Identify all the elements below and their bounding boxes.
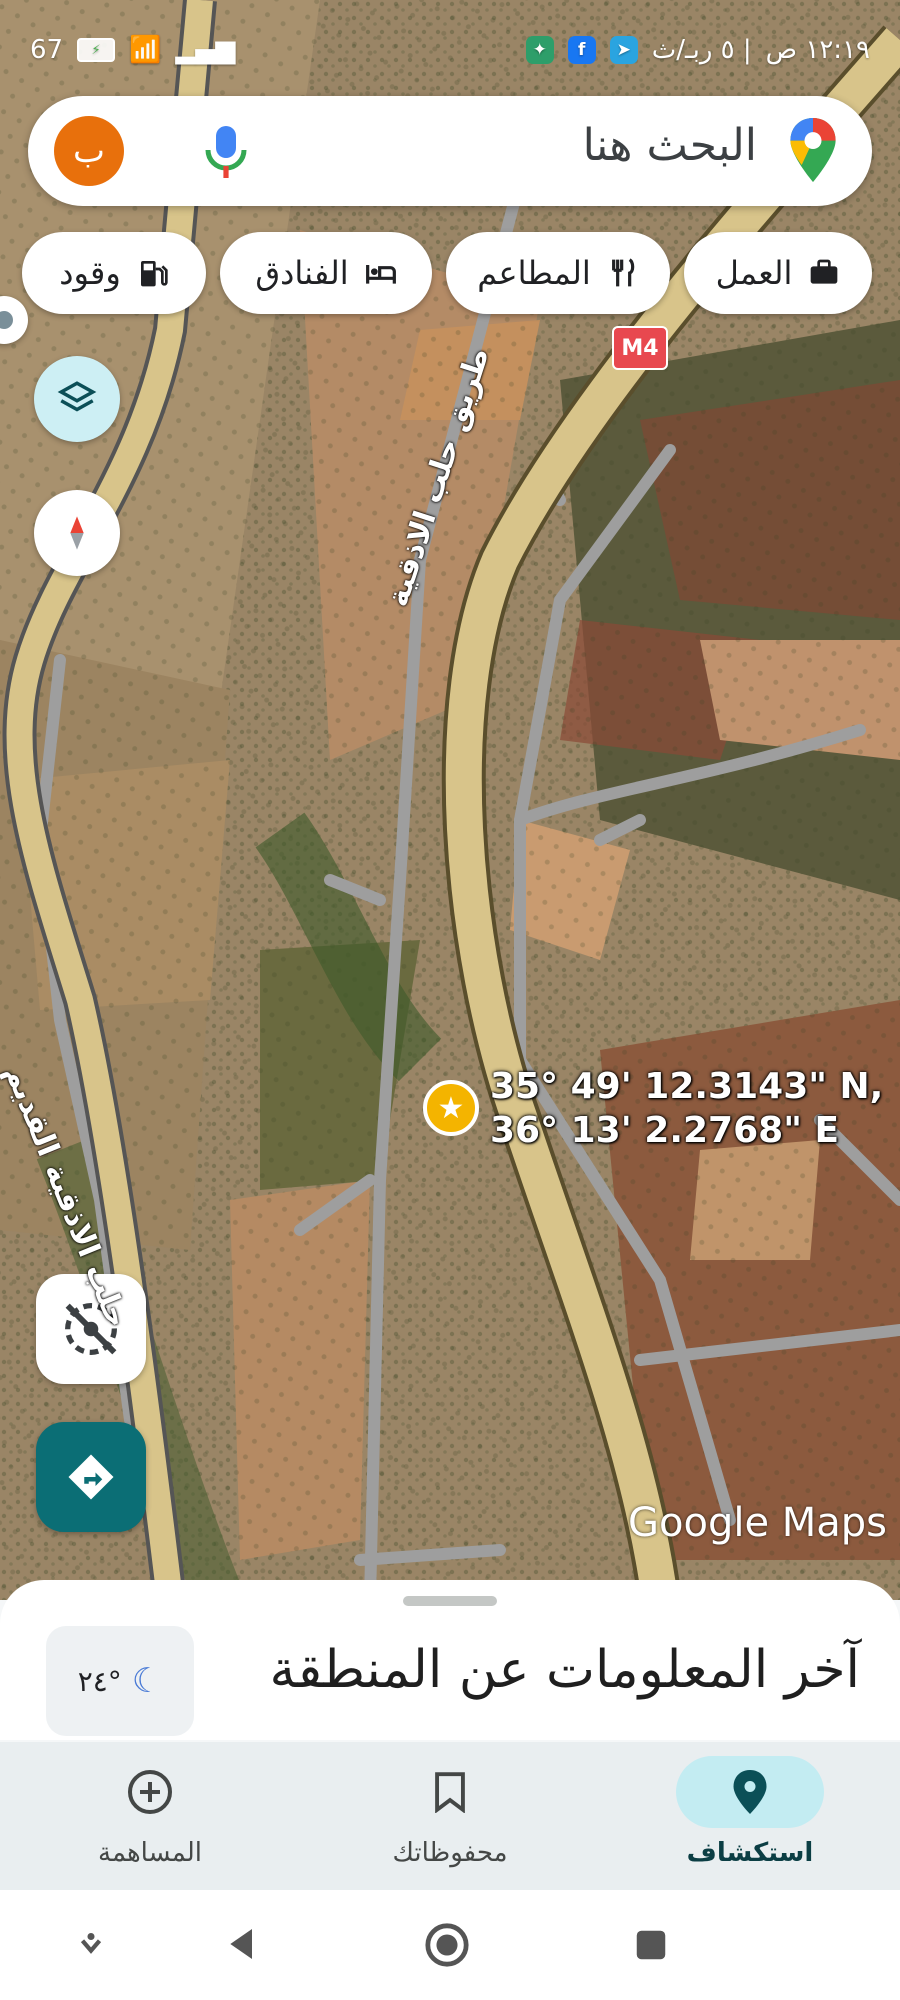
back-icon[interactable] (222, 1924, 262, 1964)
sheet-title: آخر المعلومات عن المنطقة (269, 1640, 860, 1700)
hotel-icon (365, 265, 396, 284)
signal-icon: ▂▄▆ (175, 35, 236, 65)
chip-gas[interactable]: وقود (22, 232, 206, 314)
nav-label: محفوظاتك (392, 1838, 508, 1868)
avatar[interactable]: ب (54, 116, 124, 186)
google-maps-logo-icon (790, 118, 836, 182)
temperature: ٢٤° (77, 1664, 122, 1698)
bottom-sheet[interactable]: آخر المعلومات عن المنطقة ٢٤° ☾ (0, 1580, 900, 1740)
coordinates-lon: 36° 13' 2.2768" E (490, 1110, 840, 1151)
chip-label: الفنادق (255, 254, 349, 292)
restaurant-icon (611, 258, 635, 287)
explore-pin-icon (733, 1770, 767, 1814)
app-notification-icon: ✦ (525, 36, 554, 64)
dropped-pin-star-icon[interactable]: ★ (423, 1080, 479, 1136)
gas-station-icon (140, 261, 168, 287)
facebook-icon: f (567, 36, 596, 64)
coordinates-lat: 35° 49' 12.3143" N, (490, 1066, 884, 1107)
microphone-icon[interactable] (198, 122, 254, 182)
status-time: ١٢:١٩ ص (765, 35, 870, 65)
add-circle-icon (128, 1770, 172, 1814)
chip-label: العمل (715, 254, 793, 292)
chip-label: وقود (59, 254, 121, 292)
chip-hotels[interactable]: الفنادق (220, 232, 432, 314)
google-maps-watermark: Google Maps (628, 1500, 888, 1546)
nav-label: استكشاف (686, 1838, 814, 1868)
sheet-drag-handle[interactable] (403, 1596, 497, 1606)
battery-level: 67 (30, 35, 64, 65)
bookmark-icon (435, 1772, 465, 1813)
status-left: 67 ⚡ 📶 ▂▄▆ (30, 35, 235, 65)
system-nav-bar (0, 1890, 900, 2000)
briefcase-icon (811, 259, 838, 284)
nav-active-indicator (676, 1756, 824, 1828)
directions-icon (68, 1454, 114, 1500)
nav-icon-wrap (376, 1756, 524, 1828)
compass-icon (70, 516, 84, 550)
search-bar[interactable]: ب البحث هنا (28, 96, 872, 206)
nav-contribute[interactable]: المساهمة (0, 1742, 300, 1890)
telegram-icon: ➤ (609, 36, 638, 64)
wifi-icon: 📶 (129, 35, 162, 65)
directions-button[interactable] (36, 1422, 146, 1532)
nav-explore[interactable]: استكشاف (600, 1742, 900, 1890)
search-input[interactable]: البحث هنا (583, 120, 757, 171)
weather-chip[interactable]: ٢٤° ☾ (46, 1626, 194, 1736)
compass-button[interactable] (34, 490, 120, 576)
chip-label: المطاعم (477, 254, 591, 292)
moon-icon: ☾ (131, 1661, 163, 1701)
highway-shield: M4 (612, 326, 668, 370)
layers-icon (57, 381, 97, 412)
assistant-icon[interactable] (74, 1928, 108, 1962)
nav-label: المساهمة (98, 1838, 202, 1868)
status-right: ✦ f ➤ | ٥ ربـ/ث ١٢:١٩ ص (525, 35, 870, 65)
home-icon[interactable] (424, 1922, 470, 1968)
nav-icon-wrap (76, 1756, 224, 1828)
bottom-nav: استكشاف محفوظاتك المساهمة (0, 1742, 900, 1890)
chip-restaurants[interactable]: المطاعم (446, 232, 670, 314)
battery-icon: ⚡ (77, 38, 116, 62)
status-bar: 67 ⚡ 📶 ▂▄▆ ✦ f ➤ | ٥ ربـ/ث ١٢:١٩ ص (0, 0, 900, 100)
recents-icon[interactable] (632, 1926, 670, 1964)
nav-saved[interactable]: محفوظاتك (300, 1742, 600, 1890)
chip-work[interactable]: العمل (684, 232, 872, 314)
layers-button[interactable] (34, 356, 120, 442)
status-date: | ٥ ربـ/ث (651, 35, 752, 65)
